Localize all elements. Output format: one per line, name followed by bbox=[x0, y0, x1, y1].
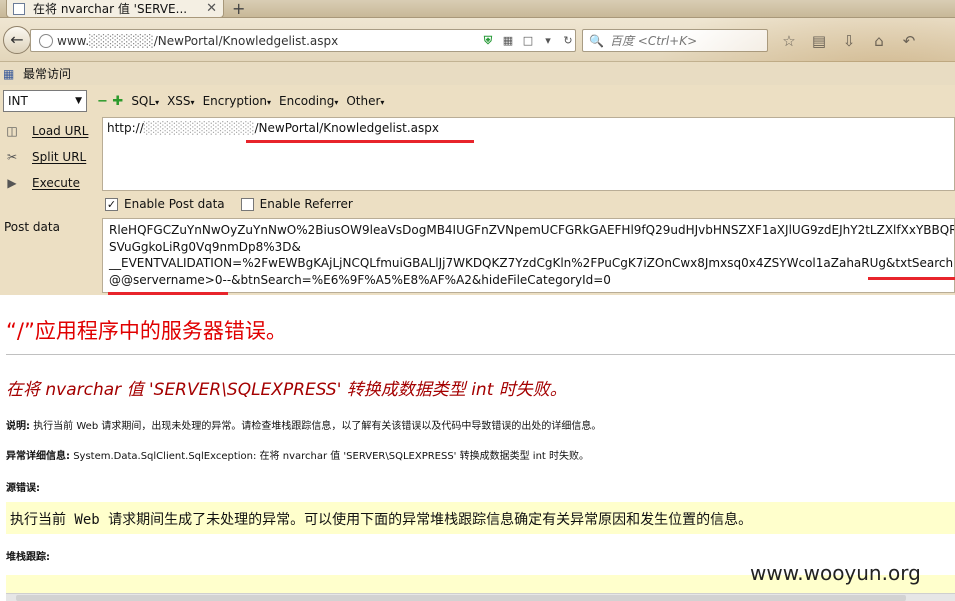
post-line: SVuGgkoLiRg0Vq9nmDp8%3D& bbox=[109, 239, 301, 254]
split-url-label: Split URL bbox=[32, 150, 87, 164]
most-visited-bookmark[interactable]: 最常访问 bbox=[23, 65, 71, 82]
scrollbar-thumb[interactable] bbox=[16, 595, 906, 601]
menu-sql[interactable]: SQL▾ bbox=[131, 94, 159, 108]
redacted-host: ░░░░░░░░░░░░ bbox=[143, 121, 255, 135]
dropdown-chevron-icon[interactable]: ▾ bbox=[541, 34, 555, 48]
load-url-icon: ◫ bbox=[6, 124, 18, 138]
watermark: www.wooyun.org bbox=[750, 561, 921, 585]
select-arrow-icon: ▼ bbox=[75, 96, 82, 106]
post-line: @@servername>0--&btnSearch=%E6%9F%A5%E8%… bbox=[109, 272, 611, 287]
navigation-bar: ← www.░░░░░░░/NewPortal/Knowledgelist.as… bbox=[0, 18, 955, 62]
highlight-underline bbox=[246, 140, 474, 143]
source-error-box: 执行当前 Web 请求期间生成了未处理的异常。可以使用下面的异常堆栈跟踪信息确定… bbox=[6, 502, 955, 534]
menu-other[interactable]: Other▾ bbox=[346, 94, 384, 108]
url-textarea[interactable]: http://░░░░░░░░░░░░/NewPortal/Knowledgel… bbox=[102, 117, 955, 191]
qr-code-icon[interactable]: ▦ bbox=[501, 34, 515, 48]
post-options: ✓ Enable Post data Enable Referrer bbox=[105, 197, 369, 211]
tab-title: 在将 nvarchar 值 'SERVE... bbox=[33, 2, 188, 16]
address-url[interactable]: www.░░░░░░░/NewPortal/Knowledgelist.aspx bbox=[57, 34, 475, 48]
tab-strip: 在将 nvarchar 值 'SERVE... ✕ + bbox=[0, 0, 955, 18]
enable-post-label: Enable Post data bbox=[124, 197, 225, 211]
page-favicon-icon bbox=[13, 2, 25, 15]
load-url-label: Load URL bbox=[32, 124, 89, 138]
execute-button[interactable]: ▶ Execute bbox=[0, 170, 102, 196]
scissors-icon: ✂ bbox=[6, 150, 18, 164]
divider bbox=[6, 354, 955, 355]
source-error-label: 源错误: bbox=[6, 483, 40, 494]
execute-label: Execute bbox=[32, 176, 80, 190]
undo-icon[interactable]: ↶ bbox=[898, 31, 920, 51]
bookmark-star-icon[interactable]: ☆ bbox=[778, 31, 800, 51]
menu-encoding[interactable]: Encoding▾ bbox=[279, 94, 338, 108]
post-data-textarea[interactable]: RleHQFGCZuYnNwOyZuYnNwO%2BiusOW9leaVsDog… bbox=[102, 218, 955, 293]
post-data-label: Post data bbox=[4, 220, 60, 234]
error-title: “/”应用程序中的服务器错误。 bbox=[6, 319, 287, 343]
toolbar-icons: ☆ ▤ ⇩ ⌂ ↶ bbox=[778, 31, 920, 51]
post-line: __EVENTVALIDATION=%2FwEWBgKAjLjNCQLfmuiG… bbox=[109, 256, 955, 270]
close-tab-icon[interactable]: ✕ bbox=[206, 1, 217, 16]
hackbar-toolbar: INT ▼ − ✚ SQL▾ XSS▾ Encryption▾ Encoding… bbox=[0, 87, 955, 115]
enable-post-checkbox[interactable]: ✓ bbox=[105, 197, 118, 211]
most-visited-icon: ▦ bbox=[3, 66, 15, 81]
browser-tab[interactable]: 在将 nvarchar 值 'SERVE... ✕ bbox=[6, 0, 224, 18]
play-icon: ▶ bbox=[7, 176, 17, 190]
load-url-button[interactable]: ◫ Load URL bbox=[0, 118, 102, 144]
stack-trace-label: 堆栈跟踪: bbox=[6, 552, 50, 563]
highlight-underline bbox=[868, 277, 955, 280]
type-select[interactable]: INT ▼ bbox=[3, 90, 87, 112]
minus-plus-icon[interactable]: − ✚ bbox=[97, 94, 123, 109]
post-line: RleHQFGCZuYnNwOyZuYnNwO%2BiusOW9leaVsDog… bbox=[109, 223, 955, 237]
back-button[interactable]: ← bbox=[3, 26, 31, 54]
home-icon[interactable]: ⌂ bbox=[868, 31, 890, 51]
search-icon: 🔍 bbox=[589, 33, 604, 48]
url-prefix: http:// bbox=[107, 121, 144, 135]
error-subtitle: 在将 nvarchar 值 'SERVER\SQLEXPRESS' 转换成数据类… bbox=[6, 380, 567, 400]
bookmarks-list-icon[interactable]: ▤ bbox=[808, 31, 830, 51]
new-tab-icon[interactable]: + bbox=[232, 0, 245, 18]
download-icon[interactable]: ⇩ bbox=[838, 31, 860, 51]
globe-icon bbox=[39, 33, 53, 48]
type-select-value: INT bbox=[8, 94, 28, 108]
reader-icon[interactable]: □ bbox=[521, 34, 535, 48]
address-bar[interactable]: www.░░░░░░░/NewPortal/Knowledgelist.aspx… bbox=[30, 29, 576, 52]
description-line: 说明: 执行当前 Web 请求期间，出现未处理的异常。请检查堆栈跟踪信息，以了解… bbox=[6, 421, 602, 432]
enable-referrer-label: Enable Referrer bbox=[259, 197, 353, 211]
horizontal-scrollbar[interactable] bbox=[6, 593, 955, 601]
split-url-button[interactable]: ✂ Split URL bbox=[0, 144, 102, 170]
hackbar-panel: INT ▼ − ✚ SQL▾ XSS▾ Encryption▾ Encoding… bbox=[0, 85, 955, 295]
search-bar[interactable]: 🔍 百度 <Ctrl+K> bbox=[582, 29, 768, 52]
exception-line: 异常详细信息: System.Data.SqlClient.SqlExcepti… bbox=[6, 451, 590, 462]
menu-encryption[interactable]: Encryption▾ bbox=[203, 94, 271, 108]
enable-referrer-checkbox[interactable] bbox=[240, 197, 254, 211]
url-path: /NewPortal/Knowledgelist.aspx bbox=[254, 121, 439, 135]
reload-icon[interactable]: ↻ bbox=[561, 34, 575, 48]
error-page: “/”应用程序中的服务器错误。 在将 nvarchar 值 'SERVER\SQ… bbox=[0, 295, 955, 601]
search-placeholder: 百度 <Ctrl+K> bbox=[609, 34, 698, 48]
shield-icon[interactable]: ⛨ bbox=[481, 34, 495, 48]
hackbar-actions: ◫ Load URL ✂ Split URL ▶ Execute bbox=[0, 118, 102, 196]
source-error-text: 执行当前 Web 请求期间生成了未处理的异常。可以使用下面的异常堆栈跟踪信息确定… bbox=[10, 512, 753, 528]
menu-xss[interactable]: XSS▾ bbox=[167, 94, 194, 108]
bookmarks-toolbar: ▦ 最常访问 bbox=[0, 62, 955, 85]
